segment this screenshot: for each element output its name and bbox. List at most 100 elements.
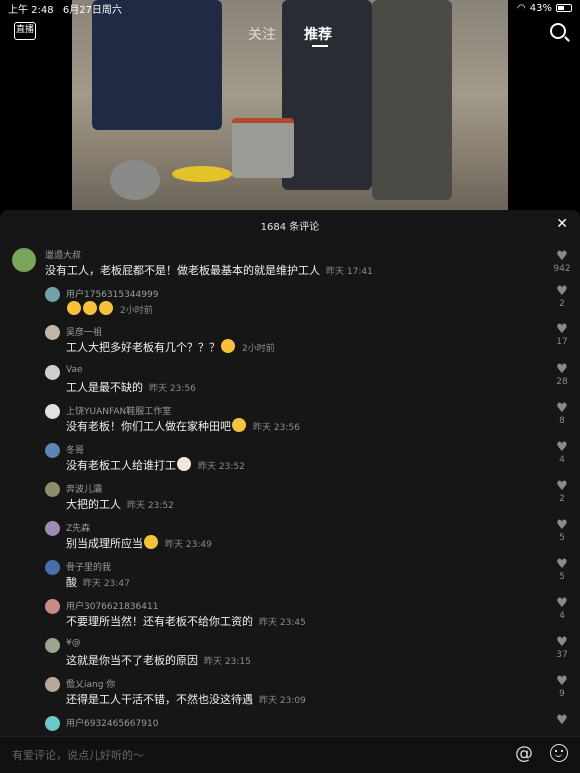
status-left: 上午 2:48 6月27日周六 [8,1,128,16]
comment-username[interactable]: 骨子里的我 [66,560,111,573]
like-button[interactable]: ♥ 2 [552,285,572,309]
video-pot [110,160,160,200]
comment-username[interactable]: Vae [66,365,83,375]
comment-text: 大把的工人 昨天 23:52 [66,496,174,512]
like-button[interactable]: ♥ 5 [552,558,572,582]
comment-username[interactable]: 吴彦一祖 [66,325,102,338]
status-bar: 上午 2:48 6月27日周六 ◠ 43% [0,0,580,16]
battery-percent: 43% [529,2,552,14]
comment-time: 昨天 23:09 [259,696,306,706]
wifi-icon: ◠ [517,2,526,14]
comment-text: 别当成理所应当 昨天 23:49 [66,535,212,551]
comment-body: 工人大把多好老板有几个？？？ [66,341,220,354]
like-button[interactable]: ♥ 5 [552,519,572,543]
comment-username[interactable]: 儋乂iang 你 [66,677,115,690]
comment-text: 工人是最不缺的 昨天 23:56 [66,379,196,395]
heart-icon: ♥ [556,322,568,337]
like-count: 9 [559,689,565,699]
comment-text: 2小时前 [66,301,153,316]
comment-time: 2小时前 [242,344,275,354]
like-button[interactable]: ♥ 4 [552,441,572,465]
search-icon[interactable] [550,23,566,39]
avatar[interactable] [45,325,60,340]
comment-text: 没有老板工人给谁打工 昨天 23:52 [66,457,245,473]
like-count: 4 [559,611,565,621]
heart-icon: ♥ [556,635,568,650]
heart-icon: ♥ [556,674,568,689]
comment-body: 酸 [66,576,77,589]
comment-username[interactable]: 邋遢大叔 [45,248,81,261]
like-button[interactable]: ♥ 28 [552,363,572,387]
tab-follow[interactable]: 关注 [248,24,276,44]
comment-time: 昨天 23:56 [149,384,196,394]
like-button[interactable]: ♥ 17 [552,323,572,347]
close-icon[interactable]: ✕ [556,216,568,232]
comment-username[interactable]: 用户6932465667910 [66,716,158,729]
avatar[interactable] [45,599,60,614]
comment-body: 还得是工人干活不错，不然也没这待遇 [66,693,253,706]
comment-username[interactable]: 上饶YUANFAN鞋服工作室 [66,404,171,417]
emoji-icon [83,301,97,315]
comment-body: 没有工人，老板屁都不是！做老板最基本的就是维护工人 [45,264,320,277]
comment-input-bar: 有爱评论，说点儿好听的～ @ [0,736,580,773]
avatar[interactable] [45,638,60,653]
comment-username[interactable]: 用户3076621836411 [66,599,158,612]
live-icon[interactable]: 直播 [14,22,36,40]
comment-time: 昨天 23:15 [204,657,251,667]
avatar[interactable] [45,482,60,497]
like-count: 8 [559,416,565,426]
avatar[interactable] [12,248,36,272]
comment-input[interactable]: 有爱评论，说点儿好听的～ [12,747,144,763]
like-count: 5 [559,572,565,582]
comment-text: 工人大把多好老板有几个？？？ 2小时前 [66,339,275,355]
emoji-icon [99,301,113,315]
avatar[interactable] [45,365,60,380]
comment-time: 昨天 23:52 [198,462,245,472]
like-button[interactable]: ♥ 4 [552,597,572,621]
emoji-icon[interactable] [550,744,568,762]
comment-text: 酸昨天 23:47 [66,574,130,590]
comment-username[interactable]: ¥@ [66,638,81,648]
avatar[interactable] [45,521,60,536]
like-button[interactable]: ♥ 37 [552,636,572,660]
comment-text: 还得是工人干活不错，不然也没这待遇 昨天 23:09 [66,691,306,707]
comment-body: 大把的工人 [66,498,121,511]
avatar[interactable] [45,404,60,419]
like-button[interactable]: ♥ [552,714,572,728]
comment-username[interactable]: 冬哥 [66,443,84,456]
heart-icon: ♥ [556,401,568,416]
heart-icon: ♥ [556,362,568,377]
status-right: ◠ 43% [517,3,572,14]
battery-icon [556,4,572,12]
like-count: 2 [559,299,565,309]
like-button[interactable]: ♥ 9 [552,675,572,699]
comment-username[interactable]: 用户1756315344999 [66,287,158,300]
status-date: 6月27日周六 [62,4,122,16]
video-bucket [232,118,294,178]
avatar[interactable] [45,677,60,692]
heart-icon: ♥ [556,596,568,611]
emoji-icon [177,457,191,471]
avatar[interactable] [45,443,60,458]
tab-recommend[interactable]: 推荐 [304,24,332,44]
comment-time: 昨天 23:52 [127,501,174,511]
avatar[interactable] [45,560,60,575]
comment-username[interactable]: 奔波儿灞 [66,482,102,495]
like-count: 942 [553,264,571,274]
comment-body: 没有老板！你们工人做在家种田吧 [66,420,231,433]
avatar[interactable] [45,287,60,302]
comment-time: 2小时前 [120,306,153,316]
at-icon[interactable]: @ [515,743,533,764]
emoji-icon [144,535,158,549]
comment-body: 没有老板工人给谁打工 [66,459,176,472]
heart-icon: ♥ [556,713,568,728]
avatar[interactable] [45,716,60,731]
comment-username[interactable]: Z先森 [66,521,90,534]
comment-text: 不要理所当然！还有老板不给你工资的 昨天 23:45 [66,613,306,629]
heart-icon: ♥ [556,557,568,572]
like-button[interactable]: ♥ 2 [552,480,572,504]
comment-body: 不要理所当然！还有老板不给你工资的 [66,615,253,628]
like-count: 17 [556,337,568,347]
like-button[interactable]: ♥ 8 [552,402,572,426]
like-button[interactable]: ♥ 942 [552,250,572,274]
